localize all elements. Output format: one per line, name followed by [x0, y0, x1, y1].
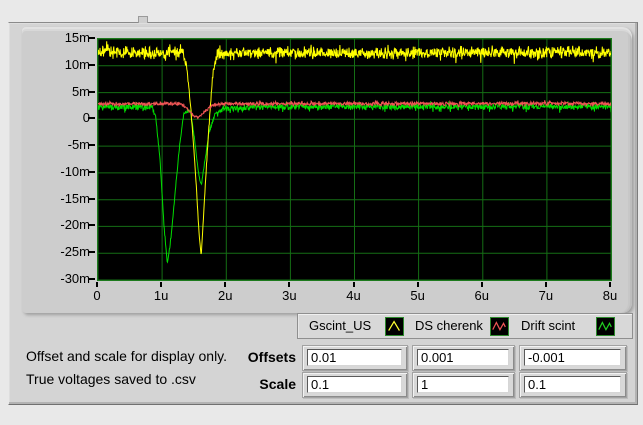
y-tick	[88, 117, 95, 119]
note-line-2: True voltages saved to .csv	[26, 368, 227, 391]
offset-field-2	[412, 345, 515, 371]
y-tick	[88, 278, 95, 280]
y-tick-label: 5m	[38, 84, 90, 100]
y-axis-ticks	[88, 38, 96, 281]
legend-item-gscint-us[interactable]: Gscint_US	[309, 318, 371, 333]
y-tick-label: -25m	[38, 244, 90, 260]
drift-scint-line-sample-icon[interactable]	[596, 317, 615, 336]
x-tick-label: 5u	[403, 288, 433, 304]
offset-input-gscint-us[interactable]	[307, 349, 402, 366]
y-tick	[88, 171, 95, 173]
y-tick-label: 15m	[38, 30, 90, 46]
offset-field-1	[302, 345, 408, 371]
x-tick-label: 1u	[146, 288, 176, 304]
y-tick-label: -5m	[38, 137, 90, 153]
y-tick-label: -30m	[38, 271, 90, 287]
x-tick-label: 2u	[210, 288, 240, 304]
plot-legend: Gscint_US DS cherenk Drift scint	[297, 313, 633, 339]
x-tick-label: 8u	[595, 288, 625, 304]
y-tick	[88, 198, 95, 200]
panel-notch	[138, 16, 148, 23]
scale-input-ds-cherenk[interactable]	[417, 376, 509, 393]
plot-area	[97, 38, 612, 281]
front-panel: 15m 10m 5m 0 -5m -10m -15m -20m -25m -30m 0 1u 2u 3u…	[0, 0, 643, 425]
y-tick-label: 0	[38, 110, 90, 126]
x-axis-labels: 01u2u3u4u5u6u7u8u	[97, 282, 612, 304]
display-note: Offset and scale for display only. True …	[26, 345, 227, 391]
scale-field-2	[412, 372, 515, 398]
scale-input-drift-scint[interactable]	[524, 376, 621, 393]
x-tick-label: 4u	[339, 288, 369, 304]
offset-input-ds-cherenk[interactable]	[417, 349, 509, 366]
legend-item-ds-cherenk[interactable]: DS cherenk	[415, 318, 483, 333]
x-tick-label: 3u	[274, 288, 304, 304]
legend-item-drift-scint[interactable]: Drift scint	[521, 318, 575, 333]
scale-label: Scale	[216, 376, 296, 392]
waveform-traces	[98, 39, 611, 280]
offset-input-drift-scint[interactable]	[524, 349, 621, 366]
y-tick-label: -15m	[38, 191, 90, 207]
y-tick	[88, 251, 95, 253]
y-axis-labels: 15m10m5m0-5m-10m-15m-20m-25m-30m	[38, 38, 90, 281]
x-tick-label: 6u	[467, 288, 497, 304]
y-tick-label: 10m	[38, 57, 90, 73]
ds-cherenk-line-sample-icon[interactable]	[490, 317, 509, 336]
gscint-us-line-sample-icon[interactable]	[385, 317, 404, 336]
offset-field-3	[519, 345, 627, 371]
scale-field-3	[519, 372, 627, 398]
y-tick	[88, 224, 95, 226]
x-tick-label: 7u	[531, 288, 561, 304]
y-tick	[88, 37, 95, 39]
scale-input-gscint-us[interactable]	[307, 376, 402, 393]
scale-field-1	[302, 372, 408, 398]
y-tick-label: -20m	[38, 217, 90, 233]
offsets-label: Offsets	[216, 349, 296, 365]
x-tick-label: 0	[82, 288, 112, 304]
y-tick	[88, 64, 95, 66]
y-tick	[88, 91, 95, 93]
y-tick-label: -10m	[38, 164, 90, 180]
note-line-1: Offset and scale for display only.	[26, 345, 227, 368]
y-tick	[88, 144, 95, 146]
